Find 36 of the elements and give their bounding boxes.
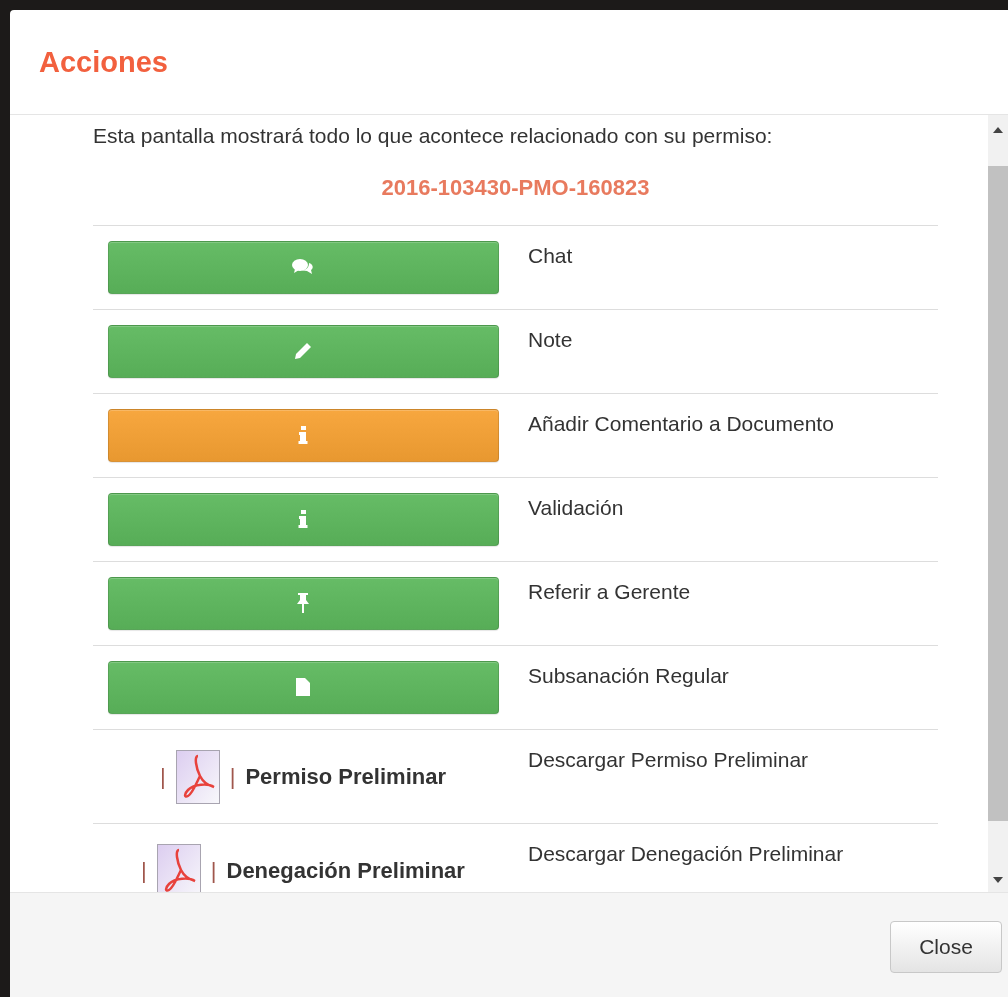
pushpin-icon: [296, 593, 310, 613]
action-button[interactable]: [107, 660, 499, 714]
action-label: Referir a Gerente: [527, 579, 691, 605]
intro-text: Esta pantalla mostrará todo lo que acontece relacionado con su permiso:: [93, 123, 774, 149]
down-arrow-icon[interactable]: [993, 877, 1003, 883]
permit-number: 2016-103430-PMO-160823: [380, 175, 651, 201]
document-link[interactable]: Permiso Preliminar: [245, 764, 446, 790]
separator-mark: |: [160, 764, 166, 790]
pdf-icon: [175, 750, 220, 804]
action-label: Note: [527, 327, 573, 353]
scrollbar[interactable]: [988, 115, 1008, 892]
close-button[interactable]: Close: [890, 921, 1002, 973]
scrollbar-thumb[interactable]: [988, 166, 1008, 821]
info-icon: [298, 426, 308, 444]
separator-mark: |: [210, 858, 217, 884]
action-button[interactable]: [107, 408, 499, 462]
action-button[interactable]: [107, 576, 499, 630]
action-button[interactable]: [107, 324, 499, 378]
action-label: Chat: [527, 243, 573, 269]
action-label: Descargar Denegación Preliminar: [527, 841, 844, 867]
info-icon: [298, 510, 308, 528]
pdf-icon: [156, 844, 201, 892]
speech-bubbles-icon: [292, 258, 314, 276]
pencil-icon: [294, 342, 312, 360]
action-label: Subsanación Regular: [527, 663, 729, 689]
dialog-title: Acciones: [39, 45, 168, 79]
file-icon: [296, 678, 310, 696]
separator-mark: |: [141, 858, 147, 884]
action-button[interactable]: [107, 240, 499, 294]
action-button[interactable]: [107, 492, 499, 546]
separator-mark: |: [229, 764, 236, 790]
action-label: Añadir Comentario a Documento: [527, 411, 834, 437]
action-label: Descargar Permiso Preliminar: [527, 747, 809, 773]
action-label: Validación: [527, 495, 624, 521]
document-link[interactable]: Denegación Preliminar: [226, 858, 465, 884]
up-arrow-icon[interactable]: [993, 127, 1003, 133]
